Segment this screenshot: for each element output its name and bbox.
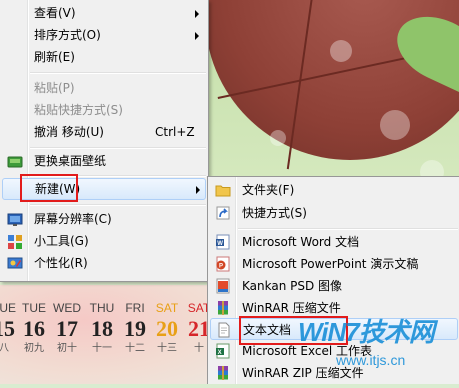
wallpaper-dot [330, 40, 352, 62]
menu-item-sort-by[interactable]: 排序方式(O) [2, 25, 206, 46]
gadgets-icon [7, 234, 23, 250]
submenu-item-shortcut[interactable]: 快捷方式(S) [210, 202, 458, 224]
submenu-arrow-icon [196, 186, 200, 194]
folder-icon [215, 182, 231, 198]
excel-icon: X [215, 343, 231, 359]
menu-item-label: 刷新(E) [34, 50, 75, 64]
menu-item-label: 屏幕分辨率(C) [34, 212, 112, 226]
calendar-lunar: 八 [0, 343, 9, 354]
svg-text:X: X [218, 350, 222, 356]
winrar-zip-icon [215, 365, 231, 381]
submenu-item-label: Microsoft Word 文档 [242, 235, 360, 249]
calendar-weekday: SAT [155, 301, 179, 315]
calendar-gadget[interactable]: TUE 15 八 TUE 16 初九 WED 17 初十 THU 18 十一 F… [0, 300, 230, 384]
watermark-url: www.itjs.cn [336, 352, 406, 368]
submenu-item-label: Kankan PSD 图像 [242, 279, 343, 293]
wallpaper-dot [380, 110, 410, 140]
word-icon: W [215, 234, 231, 250]
menu-separator [30, 72, 206, 74]
menu-item-label: 小工具(G) [34, 234, 89, 248]
menu-item-gadgets[interactable]: 小工具(G) [2, 231, 206, 252]
calendar-lunar: 十三 [157, 343, 177, 354]
calendar-day: TUE 16 初九 [18, 300, 50, 356]
menu-item-label: 个性化(R) [34, 256, 88, 270]
calendar-date: 16 [23, 316, 45, 341]
menu-item-label: 查看(V) [34, 6, 76, 20]
calendar-lunar: 十二 [125, 343, 145, 354]
personalize-icon [7, 256, 23, 272]
submenu-item-word-document[interactable]: W Microsoft Word 文档 [210, 231, 458, 253]
calendar-day: SAT 20 十三 [151, 300, 183, 356]
submenu-item-folder[interactable]: 文件夹(F) [210, 179, 458, 201]
submenu-item-label: 文件夹(F) [242, 183, 295, 197]
submenu-item-label: Microsoft PowerPoint 演示文稿 [242, 257, 419, 271]
desktop-context-menu: 查看(V) 排序方式(O) 刷新(E) 粘贴(P) 粘贴快捷方式(S) 撤消 移… [0, 0, 209, 282]
menu-item-paste-shortcut[interactable]: 粘贴快捷方式(S) [2, 100, 206, 121]
submenu-arrow-icon [195, 32, 199, 40]
calendar-weekday: THU [89, 301, 115, 315]
calendar-weekday: FRI [125, 301, 145, 315]
calendar-weekday: TUE [22, 301, 46, 315]
calendar-date: 15 [0, 316, 15, 341]
calendar-weekday: WED [53, 301, 81, 315]
menu-item-label: 粘贴快捷方式(S) [34, 103, 123, 117]
menu-item-refresh[interactable]: 刷新(E) [2, 47, 206, 68]
psd-icon [215, 278, 231, 294]
monitor-icon [7, 212, 23, 228]
menu-item-personalize[interactable]: 个性化(R) [2, 253, 206, 274]
submenu-item-label: 快捷方式(S) [242, 206, 307, 220]
winrar-icon [215, 300, 231, 316]
calendar-day: WED 17 初十 [51, 300, 83, 356]
menu-separator [238, 228, 458, 230]
submenu-item-powerpoint[interactable]: P Microsoft PowerPoint 演示文稿 [210, 253, 458, 275]
calendar-lunar: 初十 [57, 343, 77, 354]
submenu-item-kankan-psd[interactable]: Kankan PSD 图像 [210, 275, 458, 297]
svg-text:W: W [217, 241, 223, 247]
calendar-day: TUE 15 八 [0, 300, 20, 356]
menu-item-view[interactable]: 查看(V) [2, 3, 206, 24]
menu-separator [30, 204, 206, 206]
menu-item-shortcut: Ctrl+Z [155, 125, 195, 139]
calendar-date: 17 [56, 316, 78, 341]
menu-item-undo-move[interactable]: 撤消 移动(U) Ctrl+Z [2, 122, 206, 143]
calendar-weekday: TUE [0, 301, 16, 315]
wallpaper-icon [7, 154, 23, 170]
calendar-date: 20 [156, 316, 178, 341]
wallpaper-dot [270, 130, 286, 146]
watermark-logo: WiN7技术网 [298, 317, 435, 347]
menu-separator [30, 147, 206, 149]
calendar-date: 19 [124, 316, 146, 341]
menu-item-paste[interactable]: 粘贴(P) [2, 78, 206, 99]
svg-text:P: P [219, 264, 223, 270]
menu-item-label: 撤消 移动(U) [34, 125, 104, 139]
calendar-day: THU 18 十一 [86, 300, 118, 356]
text-document-icon [216, 322, 232, 338]
powerpoint-icon: P [215, 256, 231, 272]
calendar-day: FRI 19 十二 [119, 300, 151, 356]
menu-item-label: 排序方式(O) [34, 28, 101, 42]
menu-item-label: 粘贴(P) [34, 81, 75, 95]
shortcut-icon [215, 205, 231, 221]
menu-item-change-wallpaper[interactable]: 更换桌面壁纸 [2, 151, 206, 172]
calendar-lunar: 初九 [24, 343, 44, 354]
menu-item-label: 更换桌面壁纸 [34, 154, 107, 168]
menu-item-screen-resolution[interactable]: 屏幕分辨率(C) [2, 209, 206, 230]
calendar-lunar: 十一 [92, 343, 112, 354]
annotation-red-box [20, 174, 78, 202]
watermark: WiN7技术网 www.itjs.cn [298, 312, 459, 384]
submenu-arrow-icon [195, 10, 199, 18]
calendar-date: 18 [91, 316, 113, 341]
